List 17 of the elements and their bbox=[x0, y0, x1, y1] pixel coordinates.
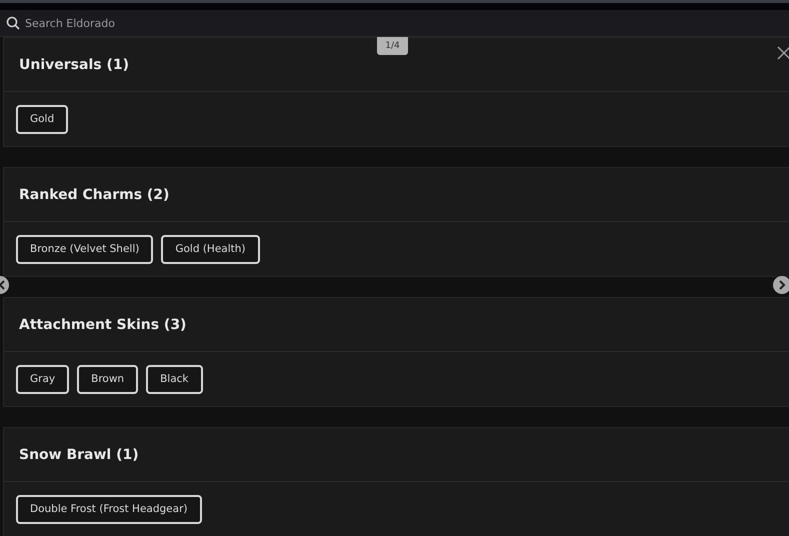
item-chip[interactable]: Double Frost (Frost Headgear) bbox=[16, 494, 202, 524]
item-chip[interactable]: Gold bbox=[16, 104, 68, 134]
item-chip[interactable]: Bronze (Velvet Shell) bbox=[16, 234, 154, 264]
next-button[interactable] bbox=[773, 276, 789, 294]
close-button[interactable] bbox=[776, 44, 789, 62]
section-title: Universals (1) bbox=[19, 56, 129, 72]
page-counter: 1/4 bbox=[377, 37, 408, 55]
item-chip[interactable]: Brown bbox=[77, 364, 138, 394]
item-chip[interactable]: Black bbox=[146, 364, 202, 394]
section-title: Attachment Skins (3) bbox=[19, 316, 186, 332]
item-chip[interactable]: Gray bbox=[16, 364, 70, 394]
section-title: Snow Brawl (1) bbox=[19, 446, 139, 462]
section-title: Ranked Charms (2) bbox=[19, 186, 170, 202]
close-icon bbox=[776, 44, 789, 62]
search-icon bbox=[6, 16, 20, 30]
item-chip[interactable]: Gold (Health) bbox=[161, 234, 260, 264]
search-field[interactable]: Search Eldorado bbox=[25, 16, 225, 30]
